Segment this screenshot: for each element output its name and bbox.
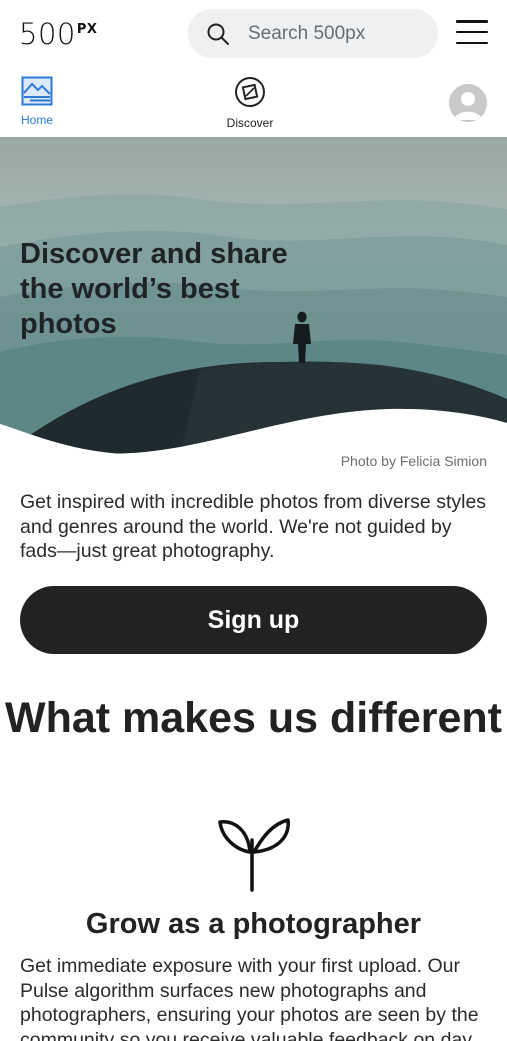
search-icon (206, 22, 230, 46)
hero-title: Discover and share the world’s best phot… (20, 238, 288, 340)
feature-title: Grow as a photographer (85, 908, 422, 940)
nav-home-label: Home (20, 113, 53, 127)
section-title: What makes us different (5, 694, 502, 742)
feature-text: Get immediate exposure with your first u… (20, 955, 479, 1041)
menu-line (456, 30, 488, 34)
search-placeholder: Search 500px (248, 22, 366, 44)
nav-discover-label: Discover (226, 116, 274, 130)
nav-discover[interactable]: Discover (220, 76, 280, 130)
hamburger-menu-icon[interactable] (456, 20, 488, 44)
hero-banner: Discover and share the world’s best phot… (0, 137, 507, 455)
signup-button[interactable]: Sign up (20, 586, 487, 654)
logo-text: 500 (19, 17, 76, 51)
sprout-icon (212, 810, 296, 894)
discover-compass-icon (234, 76, 266, 113)
home-landscape-icon (21, 76, 53, 111)
menu-line (456, 41, 488, 44)
logo-500px[interactable]: 500 PX (19, 16, 97, 52)
photo-credit[interactable]: Photo by Felicia Simion (341, 453, 487, 469)
page: 500 PX Search 500px Home Discover Discov… (0, 0, 507, 1041)
user-avatar-icon[interactable] (449, 84, 487, 122)
search-bar[interactable]: Search 500px (188, 9, 438, 58)
primary-nav: Home Discover (0, 70, 507, 136)
nav-home[interactable]: Home (12, 76, 62, 127)
menu-line (456, 20, 488, 23)
intro-text: Get inspired with incredible photos from… (20, 491, 487, 562)
top-header: 500 PX Search 500px (0, 0, 507, 68)
logo-superscript: PX (76, 22, 98, 37)
